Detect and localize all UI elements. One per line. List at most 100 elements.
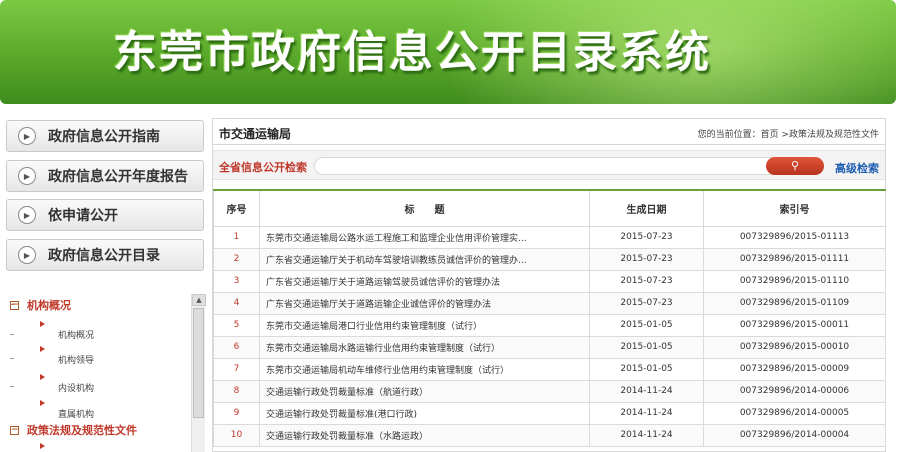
table-row[interactable]: 10 交通运输行政处罚裁量标准（水路运政） 2014-11-24 007329896/… [213, 423, 886, 447]
row-date: 2015-07-23 [589, 291, 704, 315]
department-title: 市交通运输局 [219, 127, 292, 141]
row-number: 8 [213, 379, 260, 403]
search-label: 全省信息公开检索 [219, 161, 307, 174]
row-title-link[interactable]: 交通运输行政处罚裁量标准（航道行政） [259, 379, 590, 403]
row-date: 2015-01-05 [589, 335, 704, 359]
table-row[interactable]: 1 东莞市交通运输局公路水运工程施工和监理企业信用评价管理实... 2015-07-… [213, 225, 886, 249]
catalog-tree: − 机构概况 机构概况 机构领导 内设机构 直属机构 − 政策法规及规范性文件 [10, 290, 206, 452]
panel-header: 市交通运输局 您的当前位置：首页 >政策法规及规范性文件 [213, 119, 885, 145]
row-index: 007329896/2015-00010 [703, 335, 886, 359]
row-number: 10 [213, 423, 260, 447]
row-date: 2015-01-05 [589, 313, 704, 337]
row-date: 2015-07-23 [589, 269, 704, 293]
advanced-search-link[interactable]: 高级检索 [835, 160, 879, 176]
col-header-no: 序号 [213, 189, 260, 227]
row-date: 2015-07-23 [589, 247, 704, 271]
row-index: 007329896/2015-01113 [703, 225, 886, 249]
table-row[interactable]: 2 广东省交通运输厅关于机动车驾驶培训教练员诚信评价的管理办... 2015-07-… [213, 247, 886, 271]
content-panel: 市交通运输局 您的当前位置：首页 >政策法规及规范性文件 全省信息公开检索 ⚲ … [212, 118, 886, 452]
row-date: 2015-01-05 [589, 357, 704, 381]
nav-label: 政府信息公开年度报告 [48, 169, 188, 185]
tree-item-affiliated[interactable]: 直属机构 [58, 407, 94, 420]
breadcrumb: 您的当前位置：首页 >政策法规及规范性文件 [697, 130, 879, 140]
row-index: 007329896/2014-00004 [703, 423, 886, 447]
collapse-icon[interactable]: − [10, 300, 19, 310]
row-index: 007329896/2015-01109 [703, 291, 886, 315]
table-row[interactable]: 5 东莞市交通运输局港口行业信用约束管理制度（试行） 2015-01-05 00732… [213, 313, 886, 337]
circle-arrow-icon: ▶ [18, 206, 36, 224]
scroll-thumb[interactable] [193, 308, 204, 418]
nav-label: 依申请公开 [48, 208, 118, 224]
nav-catalog-button[interactable]: ▶ 政府信息公开目录 [6, 239, 204, 271]
row-index: 007329896/2015-01111 [703, 247, 886, 271]
tree-scrollbar[interactable]: ▲ [191, 294, 206, 452]
tree-item-leaders[interactable]: 机构领导 [58, 353, 94, 366]
row-title-link[interactable]: 东莞市交通运输局水路运输行业信用约束管理制度（试行） [259, 335, 590, 359]
table-header-row: 序号 标 题 生成日期 索引号 [213, 189, 886, 227]
row-title-link[interactable]: 广东省交通运输厅关于道路运输驾驶员诚信评价的管理办法 [259, 269, 590, 293]
row-number: 3 [213, 269, 260, 293]
circle-arrow-icon: ▶ [18, 246, 36, 264]
scroll-up-icon[interactable]: ▲ [192, 294, 206, 306]
col-header-title: 标 题 [259, 189, 590, 227]
row-index: 007329896/2014-00006 [703, 379, 886, 403]
row-number: 2 [213, 247, 260, 271]
row-title-link[interactable]: 东莞市交通运输局公路水运工程施工和监理企业信用评价管理实... [259, 225, 590, 249]
nav-label: 政府信息公开目录 [48, 248, 160, 264]
table-row[interactable]: 8 交通运输行政处罚裁量标准（航道行政） 2014-11-24 007329896/2… [213, 379, 886, 403]
row-number: 1 [213, 225, 260, 249]
row-number: 4 [213, 291, 260, 315]
row-number: 9 [213, 401, 260, 425]
arrow-right-icon [40, 346, 45, 352]
circle-arrow-icon: ▶ [18, 167, 36, 185]
tree-line [10, 334, 14, 335]
search-icon: ⚲ [790, 159, 800, 172]
nav-annual-report-button[interactable]: ▶ 政府信息公开年度报告 [6, 160, 204, 192]
site-title: 东莞市政府信息公开目录系统 [113, 27, 711, 78]
table-row[interactable]: 3 广东省交通运输厅关于道路运输驾驶员诚信评价的管理办法 2015-07-23 007… [213, 269, 886, 293]
table-row[interactable]: 4 广东省交通运输厅关于道路运输企业诚信评价的管理办法 2015-07-23 0073… [213, 291, 886, 315]
search-button[interactable]: ⚲ [766, 157, 824, 175]
arrow-right-icon [40, 443, 45, 449]
row-date: 2014-11-24 [589, 423, 704, 447]
col-header-date: 生成日期 [589, 189, 704, 227]
row-number: 7 [213, 357, 260, 381]
table-row[interactable]: 7 东莞市交通运输局机动车维修行业信用约束管理制度（试行） 2015-01-05 00… [213, 357, 886, 381]
table-row[interactable]: 9 交通运输行政处罚裁量标准(港口行政) 2014-11-24 007329896/2… [213, 401, 886, 425]
nav-on-request-button[interactable]: ▶ 依申请公开 [6, 199, 204, 231]
row-index: 007329896/2015-01110 [703, 269, 886, 293]
tree-item-departments[interactable]: 内设机构 [58, 381, 94, 394]
row-title-link[interactable]: 广东省交通运输厅关于机动车驾驶培训教练员诚信评价的管理办... [259, 247, 590, 271]
site-banner: 东莞市政府信息公开目录系统 [0, 0, 896, 104]
row-title-link[interactable]: 交通运输行政处罚裁量标准(港口行政) [259, 401, 590, 425]
row-title-link[interactable]: 东莞市交通运输局机动车维修行业信用约束管理制度（试行） [259, 357, 590, 381]
row-number: 6 [213, 335, 260, 359]
tree-group-label: 政策法规及规范性文件 [27, 424, 137, 437]
search-bar: 全省信息公开检索 ⚲ 高级检索 [213, 150, 885, 180]
documents-table: 序号 标 题 生成日期 索引号 1 东莞市交通运输局公路水运工程施工和监理企业信用… [213, 189, 886, 447]
tree-line [10, 386, 14, 387]
row-number: 5 [213, 313, 260, 337]
arrow-right-icon [40, 374, 45, 380]
circle-arrow-icon: ▶ [18, 127, 36, 145]
tree-group-org[interactable]: − 机构概况 [10, 297, 71, 313]
row-title-link[interactable]: 东莞市交通运输局港口行业信用约束管理制度（试行） [259, 313, 590, 337]
row-title-link[interactable]: 交通运输行政处罚裁量标准（水路运政） [259, 423, 590, 447]
col-header-index: 索引号 [703, 189, 886, 227]
row-title-link[interactable]: 广东省交通运输厅关于道路运输企业诚信评价的管理办法 [259, 291, 590, 315]
nav-guide-button[interactable]: ▶ 政府信息公开指南 [6, 120, 204, 152]
tree-line [10, 358, 14, 359]
collapse-icon[interactable]: − [10, 425, 19, 435]
arrow-right-icon [40, 400, 45, 406]
row-index: 007329896/2015-00009 [703, 357, 886, 381]
table-row[interactable]: 6 东莞市交通运输局水路运输行业信用约束管理制度（试行） 2015-01-05 007… [213, 335, 886, 359]
row-date: 2014-11-24 [589, 379, 704, 403]
row-date: 2014-11-24 [589, 401, 704, 425]
tree-group-policy[interactable]: − 政策法规及规范性文件 [10, 422, 137, 438]
tree-group-label: 机构概况 [27, 299, 71, 312]
tree-item-overview[interactable]: 机构概况 [58, 328, 94, 341]
row-date: 2015-07-23 [589, 225, 704, 249]
arrow-right-icon [40, 321, 45, 327]
row-index: 007329896/2015-00011 [703, 313, 886, 337]
search-input[interactable] [314, 157, 800, 175]
